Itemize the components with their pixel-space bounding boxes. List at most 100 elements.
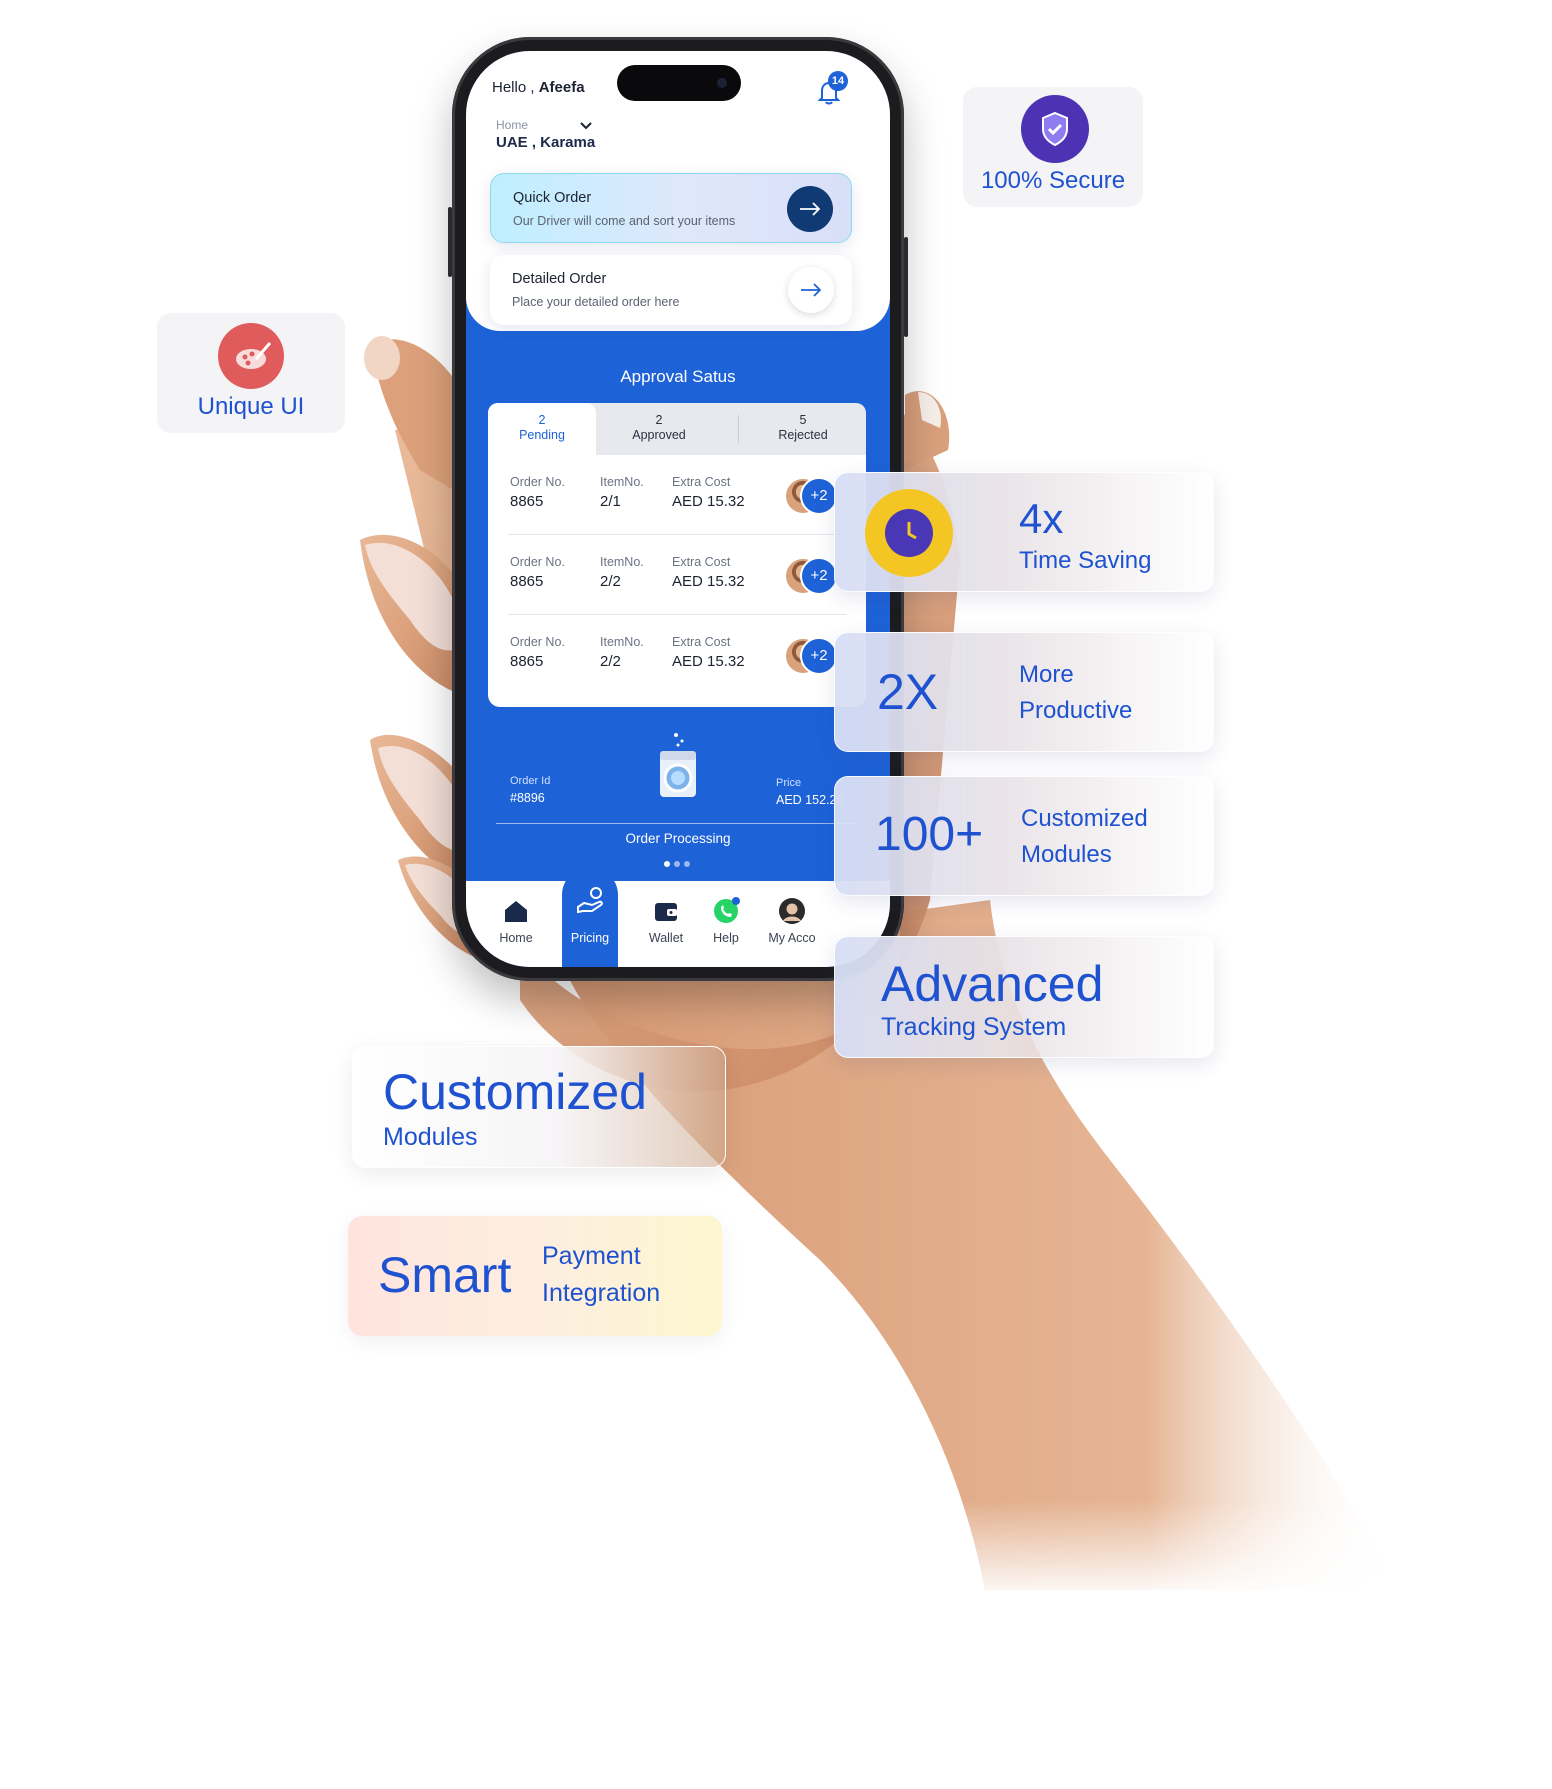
item-no-label: ItemNo.	[600, 555, 644, 569]
washing-machine-icon	[660, 733, 696, 797]
greeting-prefix: Hello ,	[492, 79, 535, 96]
customized-subtitle: Modules	[383, 1123, 478, 1151]
tab-my-account[interactable]: My Acco	[756, 881, 828, 967]
chevron-down-icon[interactable]	[578, 117, 594, 133]
greeting: Hello , Afeefa	[492, 79, 585, 96]
location-value[interactable]: UAE , Karama	[496, 134, 595, 151]
orders-list: Order No. 8865 ItemNo. 2/1 Extra Cost AED 1…	[488, 455, 866, 707]
quick-order-card[interactable]: Quick Order Our Driver will come and sor…	[490, 173, 852, 243]
detailed-order-title: Detailed Order	[512, 271, 607, 287]
order-row[interactable]: Order No. 8865 ItemNo. 2/2 Extra Cost AED 1…	[488, 615, 866, 695]
palette-icon	[218, 323, 284, 389]
order-no-value: 8865	[510, 653, 544, 670]
time-saving-label: Time Saving	[1019, 547, 1152, 574]
processing-divider	[496, 823, 860, 824]
modules-count-value: 100+	[875, 808, 984, 861]
dynamic-island	[617, 65, 741, 101]
bottom-tab-bar: Home Pricing Wallet Help My Acco	[466, 867, 890, 967]
order-row[interactable]: Order No. 8865 ItemNo. 2/1 Extra Cost AED 1…	[488, 455, 866, 535]
tab-approved-count: 2	[655, 413, 663, 427]
tab-approved[interactable]: 2 Approved	[596, 403, 722, 455]
customized-modules-card: Customized Modules	[352, 1046, 726, 1168]
productive-value: 2X	[877, 664, 939, 720]
modules-count-card: 100+ Customized Modules	[834, 776, 1214, 896]
tab-pending[interactable]: 2 Pending	[488, 403, 596, 455]
carousel-dot[interactable]	[674, 861, 680, 867]
tab-help[interactable]: Help	[690, 881, 762, 967]
approval-tabs: 2 Pending 2 Approved 5 Rejected	[488, 403, 866, 455]
tab-pending-count: 2	[538, 413, 546, 427]
carousel-dot[interactable]	[684, 861, 690, 867]
order-no-value: 8865	[510, 493, 544, 510]
item-no-label: ItemNo.	[600, 635, 644, 649]
tracking-subtitle: Tracking System	[881, 1013, 1067, 1041]
whatsapp-icon	[714, 897, 740, 923]
smart-title: Smart	[378, 1247, 512, 1303]
arrow-right-icon	[801, 283, 822, 297]
phone-screen: Hello , Afeefa 14 Home UAE , Karama Quic…	[466, 51, 890, 967]
tracking-card: Advanced Tracking System	[834, 936, 1214, 1058]
tab-pricing-label: Pricing	[570, 931, 610, 945]
tab-divider	[738, 415, 739, 443]
productive-line-2: Productive	[1019, 697, 1133, 724]
extra-cost-value: AED 15.32	[672, 493, 745, 510]
tab-home[interactable]: Home	[480, 881, 552, 967]
tracking-title: Advanced	[881, 956, 1104, 1012]
smart-line-1: Payment	[542, 1242, 641, 1270]
productive-card: 2X More Productive	[834, 632, 1214, 752]
extra-cost-label: Extra Cost	[672, 555, 731, 569]
avatar-icon	[779, 898, 805, 924]
extra-cost-label: Extra Cost	[672, 475, 731, 489]
item-no-value: 2/1	[600, 493, 621, 510]
carousel-dots[interactable]	[662, 861, 694, 869]
item-no-value: 2/2	[600, 653, 621, 670]
more-count: +2	[800, 477, 838, 515]
quick-order-subtitle: Our Driver will come and sort your items	[513, 214, 736, 228]
price-label: Price	[776, 777, 802, 789]
detailed-order-arrow-button[interactable]	[788, 267, 834, 313]
tab-rejected[interactable]: 5 Rejected	[740, 403, 866, 455]
unique-ui-label: Unique UI	[197, 393, 305, 420]
order-row[interactable]: Order No. 8865 ItemNo. 2/2 Extra Cost AED 1…	[488, 535, 866, 615]
notification-badge: 14	[828, 71, 848, 91]
clock-icon	[865, 489, 953, 577]
productive-line-1: More	[1019, 661, 1074, 688]
order-no-value: 8865	[510, 573, 544, 590]
customized-title: Customized	[383, 1064, 647, 1120]
arrow-right-icon	[800, 202, 821, 216]
detailed-order-subtitle: Place your detailed order here	[512, 295, 680, 309]
order-id-value: #8896	[510, 791, 545, 805]
phone-side-button	[904, 237, 908, 337]
user-name: Afeefa	[538, 79, 585, 96]
modules-count-label: Customized Modules	[1021, 801, 1148, 873]
order-no-label: Order No.	[510, 475, 565, 489]
secure-label: 100% Secure	[980, 167, 1126, 194]
tab-home-label: Home	[499, 931, 533, 945]
secure-badge: 100% Secure	[963, 87, 1143, 207]
tab-my-account-label: My Acco	[768, 931, 816, 945]
smart-payment-card: Smart Payment Integration	[348, 1216, 722, 1336]
modules-line-2: Modules	[1021, 841, 1112, 868]
quick-order-arrow-button[interactable]	[787, 186, 833, 232]
extra-cost-value: AED 15.32	[672, 573, 745, 590]
detailed-order-card[interactable]: Detailed Order Place your detailed order…	[490, 255, 852, 325]
tab-help-label: Help	[713, 931, 739, 945]
order-status-label: Order Processing	[625, 831, 731, 846]
time-saving-value: 4x	[1019, 495, 1064, 542]
extra-cost-label: Extra Cost	[672, 635, 731, 649]
tab-pending-label: Pending	[519, 428, 565, 442]
shield-check-icon	[1021, 95, 1089, 163]
phone-side-button	[448, 207, 452, 277]
order-no-label: Order No.	[510, 635, 565, 649]
unique-ui-badge: Unique UI	[157, 313, 345, 433]
carousel-dot[interactable]	[664, 861, 670, 867]
tab-pricing[interactable]: Pricing	[562, 867, 618, 967]
item-no-value: 2/2	[600, 573, 621, 590]
extra-cost-value: AED 15.32	[672, 653, 745, 670]
tab-rejected-count: 5	[799, 413, 807, 427]
location-label: Home	[496, 118, 529, 132]
more-count: +2	[800, 557, 838, 595]
quick-order-title: Quick Order	[513, 190, 592, 206]
smart-line-2: Integration	[542, 1279, 661, 1307]
modules-line-1: Customized	[1021, 805, 1148, 832]
